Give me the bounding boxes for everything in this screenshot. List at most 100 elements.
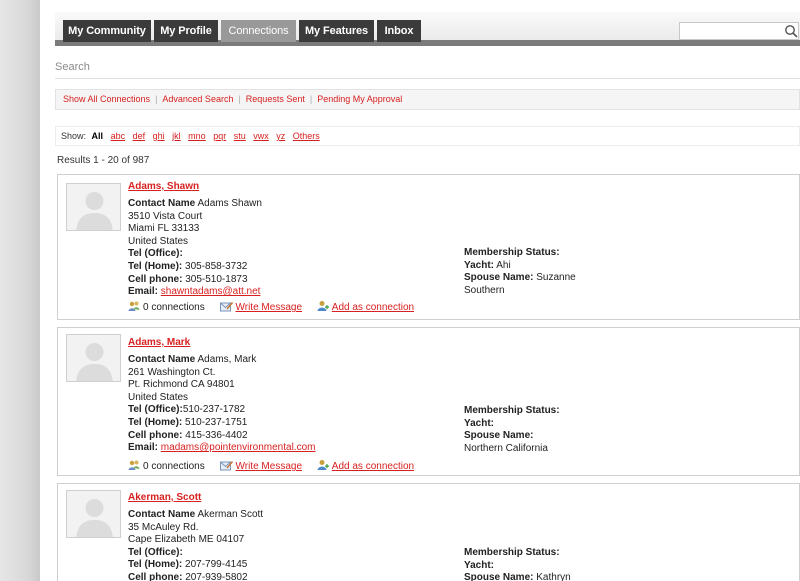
contact-actions: 0 connections Write Message Add as conne… xyxy=(128,459,426,472)
contact-name-link[interactable]: Akerman, Scott xyxy=(128,492,201,503)
avatar[interactable] xyxy=(66,334,121,382)
cell-label: Cell phone: xyxy=(128,571,183,581)
search-icon[interactable] xyxy=(782,22,800,40)
spouse-value: Kathryn xyxy=(536,572,571,581)
city-line: Pt. Richmond CA 94801 xyxy=(128,379,235,391)
tel-home-value: 305-858-3732 xyxy=(185,260,248,272)
filter-pqr[interactable]: pqr xyxy=(213,131,226,141)
envelope-pen-icon xyxy=(219,302,233,312)
avatar-placeholder-icon xyxy=(67,335,120,381)
tab-my-features[interactable]: My Features xyxy=(299,20,374,42)
contact-name-value: Adams, Mark xyxy=(197,354,257,365)
search-label: Search xyxy=(55,61,90,73)
filter-abc[interactable]: abc xyxy=(111,131,126,141)
connections-count-text: 0 connections xyxy=(143,302,205,313)
page: My Community My Profile Connections My F… xyxy=(40,0,800,581)
tab-inbox[interactable]: Inbox xyxy=(377,20,421,42)
membership-label: Membership Status: xyxy=(464,405,560,416)
connections-count: 0 connections xyxy=(128,300,205,313)
add-connection-link[interactable]: Add as connection xyxy=(332,461,414,472)
requests-sent-link[interactable]: Requests Sent xyxy=(246,94,305,104)
region-value: Northern California xyxy=(464,442,548,454)
membership-label: Membership Status: xyxy=(464,547,560,558)
membership-info: Membership Status: Yacht: Spouse Name: N… xyxy=(464,405,560,455)
cell-value: 415-336-4402 xyxy=(185,429,248,441)
search-input[interactable] xyxy=(679,22,799,40)
add-connection-action[interactable]: Add as connection xyxy=(317,300,414,313)
separator: | xyxy=(238,94,241,104)
avatar-placeholder-icon xyxy=(67,491,120,537)
filter-yz[interactable]: yz xyxy=(276,131,285,141)
separator: | xyxy=(155,94,158,104)
filter-mno[interactable]: mno xyxy=(188,131,206,141)
country-line: United States xyxy=(128,391,189,403)
alphabet-filter: Show: All abc def ghi jkl mno pqr stu vw… xyxy=(55,126,800,146)
avatar[interactable] xyxy=(66,183,121,231)
membership-label: Membership Status: xyxy=(464,247,560,258)
spouse-label: Spouse Name: xyxy=(464,430,534,442)
tel-home-label: Tel (Home): xyxy=(128,416,183,428)
email-label: Email: xyxy=(128,442,159,454)
separator: | xyxy=(309,94,313,104)
filter-all[interactable]: All xyxy=(92,131,104,141)
email-link[interactable]: shawntadams@att.net xyxy=(161,286,261,297)
advanced-search-link[interactable]: Advanced Search xyxy=(162,94,233,104)
cell-label: Cell phone: xyxy=(128,429,183,441)
tel-home-label: Tel (Home): xyxy=(128,559,183,571)
spouse-label: Spouse Name: xyxy=(464,572,534,581)
tab-my-community[interactable]: My Community xyxy=(63,20,151,42)
write-message-link[interactable]: Write Message xyxy=(236,302,303,313)
spouse-value: Suzanne xyxy=(536,272,576,284)
contact-name-link[interactable]: Adams, Mark xyxy=(128,337,190,348)
envelope-pen-icon xyxy=(219,461,233,471)
city-line: Miami FL 33133 xyxy=(128,223,200,235)
search-row[interactable]: Search xyxy=(55,57,800,79)
filter-jkl[interactable]: jkl xyxy=(172,131,181,141)
tab-connections[interactable]: Connections xyxy=(221,20,296,42)
connections-count: 0 connections xyxy=(128,459,205,472)
country-line: United States xyxy=(128,235,189,247)
contact-card: Adams, Mark Contact Name Adams, Mark 261… xyxy=(57,327,800,476)
yacht-label: Yacht: xyxy=(464,559,495,571)
filter-vwx[interactable]: vwx xyxy=(253,131,269,141)
people-icon xyxy=(128,301,140,311)
cell-value: 305-510-1873 xyxy=(185,273,248,285)
address-line: 35 McAuley Rd. xyxy=(128,521,199,533)
contact-actions: 0 connections Write Message Add as conne… xyxy=(128,300,426,313)
pending-approval-link[interactable]: Pending My Approval xyxy=(317,94,402,104)
contact-info: Contact Name Adams Shawn 3510 Vista Cour… xyxy=(128,198,262,299)
membership-info: Membership Status: Yacht: Spouse Name: K… xyxy=(464,547,571,581)
contact-name-label: Contact Name xyxy=(128,198,196,209)
contact-card: Adams, Shawn Contact Name Adams Shawn 35… xyxy=(57,174,800,320)
membership-info: Membership Status: Yacht: Ahi Spouse Nam… xyxy=(464,247,576,297)
write-message-action[interactable]: Write Message xyxy=(219,460,303,472)
filter-def[interactable]: def xyxy=(133,131,146,141)
people-icon xyxy=(128,460,140,470)
filter-ghi[interactable]: ghi xyxy=(153,131,165,141)
avatar[interactable] xyxy=(66,490,121,538)
write-message-link[interactable]: Write Message xyxy=(236,461,303,472)
show-label: Show: xyxy=(61,131,87,141)
yacht-label: Yacht: xyxy=(464,259,495,271)
filter-stu[interactable]: stu xyxy=(234,131,246,141)
tab-my-profile[interactable]: My Profile xyxy=(154,20,218,42)
show-all-connections-link[interactable]: Show All Connections xyxy=(63,94,150,104)
address-line: 3510 Vista Court xyxy=(128,210,203,222)
contact-info: Contact Name Akerman Scott 35 McAuley Rd… xyxy=(128,509,263,581)
contact-name-label: Contact Name xyxy=(128,354,196,365)
tel-office-label: Tel (Office): xyxy=(128,546,183,558)
email-label: Email: xyxy=(128,286,159,298)
tel-office-label: Tel (Office): xyxy=(128,404,183,416)
contact-name-link[interactable]: Adams, Shawn xyxy=(128,181,199,192)
add-connection-action[interactable]: Add as connection xyxy=(317,459,414,472)
filter-others[interactable]: Others xyxy=(293,131,320,141)
region-value: Southern xyxy=(464,284,505,296)
add-connection-link[interactable]: Add as connection xyxy=(332,302,414,313)
cell-label: Cell phone: xyxy=(128,273,183,285)
email-link[interactable]: madams@pointenvironmental.com xyxy=(161,442,316,453)
results-count: Results 1 - 20 of 987 xyxy=(57,155,150,166)
write-message-action[interactable]: Write Message xyxy=(219,301,303,313)
yacht-value: Ahi xyxy=(496,259,511,271)
tel-office-value: 510-237-1782 xyxy=(182,404,246,416)
tel-home-label: Tel (Home): xyxy=(128,260,183,272)
